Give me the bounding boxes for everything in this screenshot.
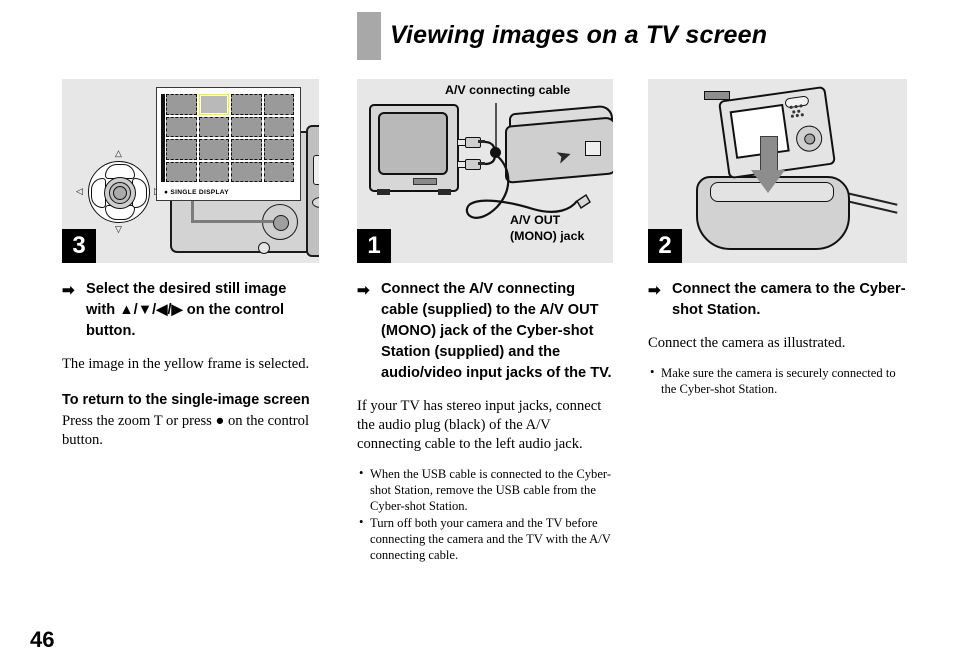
figure-camera-dock: 2 xyxy=(648,79,907,263)
lcd-index-screen: ● SINGLE DISPLAY xyxy=(156,87,301,201)
label-av-out-line1: A/V OUT xyxy=(510,213,561,227)
column-middle: ➤ A/V connecting cable A/V OUT (MONO) ja… xyxy=(357,79,613,564)
camera-speaker-icon xyxy=(789,104,807,118)
arrow-right-icon: ➡ xyxy=(648,282,661,299)
av-cable-junction xyxy=(490,147,501,158)
thumbnail-item xyxy=(166,116,197,137)
thumbnail-item xyxy=(231,161,262,182)
pad-down-arrow-icon: ▽ xyxy=(115,224,122,234)
thumbnail-item xyxy=(263,94,294,115)
instruction-left-text: Select the desired still image with ▲/▼/… xyxy=(86,281,287,339)
instruction-middle-text: Connect the A/V connecting cable (suppli… xyxy=(381,281,612,381)
thumbnail-item xyxy=(263,116,294,137)
rca-plug-audio xyxy=(457,159,485,170)
list-item: • Turn off both your camera and the TV b… xyxy=(357,515,613,563)
lcd-single-display-label: ● SINGLE DISPLAY xyxy=(164,189,229,196)
thumbnail-item xyxy=(198,139,229,160)
arrow-right-icon: ➡ xyxy=(357,282,370,299)
insert-down-arrow-icon xyxy=(751,136,785,194)
body-text-middle: ➡ Connect the A/V connecting cable (supp… xyxy=(357,263,613,563)
pad-up-arrow-icon: △ xyxy=(115,148,122,158)
thumbnail-item xyxy=(263,139,294,160)
list-item: • Make sure the camera is securely conne… xyxy=(648,365,907,397)
thumbnail-item-selected xyxy=(198,94,229,115)
list-item-text: When the USB cable is connected to the C… xyxy=(370,467,612,513)
rca-plug-video xyxy=(457,137,485,148)
av-cable-leader-line xyxy=(495,103,497,151)
instruction-right-text: Connect the camera to the Cyber-shot Sta… xyxy=(672,281,906,318)
bullet-icon: • xyxy=(359,515,364,529)
bullet-icon: • xyxy=(359,466,364,480)
step-badge-2: 2 xyxy=(648,229,682,263)
bullet-list-middle: • When the USB cable is connected to the… xyxy=(357,466,613,563)
column-left: △ ▽ ◁ ▷ xyxy=(62,79,319,450)
thumbnail-item xyxy=(198,161,229,182)
pad-left-arrow-icon: ◁ xyxy=(76,186,83,196)
instruction-middle: ➡ Connect the A/V connecting cable (supp… xyxy=(357,279,613,384)
body-text-left: ➡ Select the desired still image with ▲/… xyxy=(62,263,319,450)
instruction-left: ➡ Select the desired still image with ▲/… xyxy=(62,279,319,342)
step-badge-1: 1 xyxy=(357,229,391,263)
bullet-icon: • xyxy=(650,365,655,379)
thumbnail-item xyxy=(263,161,294,182)
list-item-text: Make sure the camera is securely connect… xyxy=(661,366,896,396)
list-item: • When the USB cable is connected to the… xyxy=(357,466,613,514)
thumbnail-item xyxy=(231,139,262,160)
label-av-out-jack: A/V OUT (MONO) jack xyxy=(510,212,584,244)
title-accent-block xyxy=(357,12,381,60)
figure-camera-index-screen: △ ▽ ◁ ▷ xyxy=(62,79,319,263)
thumbnail-item xyxy=(198,116,229,137)
control-button-diagram xyxy=(88,161,150,223)
lcd-scrollbar xyxy=(161,94,165,182)
thumbnail-item xyxy=(166,139,197,160)
thumbnail-item xyxy=(166,161,197,182)
callout-leader-horizontal xyxy=(193,220,273,223)
camera-display-button-icon xyxy=(258,242,270,254)
page-header: Viewing images on a TV screen xyxy=(357,12,917,60)
label-av-out-line2: (MONO) jack xyxy=(510,229,585,243)
paragraph-left: The image in the yellow frame is selecte… xyxy=(62,356,310,372)
label-av-connecting-cable: A/V connecting cable xyxy=(445,83,571,97)
camera-control-button-icon xyxy=(794,123,824,154)
paragraph-middle: If your TV has stereo input jacks, conne… xyxy=(357,398,602,452)
page-title: Viewing images on a TV screen xyxy=(390,21,768,49)
thumbnail-grid xyxy=(166,94,294,182)
arrow-right-icon: ➡ xyxy=(62,282,75,299)
page-number: 46 xyxy=(30,627,55,652)
list-item-text: Turn off both your camera and the TV bef… xyxy=(370,516,611,562)
bullet-list-right: • Make sure the camera is securely conne… xyxy=(648,365,907,397)
av-out-jack-port xyxy=(585,141,601,156)
thumbnail-item xyxy=(231,94,262,115)
instruction-right: ➡ Connect the camera to the Cyber-shot S… xyxy=(648,279,907,321)
step-badge-3: 3 xyxy=(62,229,96,263)
body-text-right: ➡ Connect the camera to the Cyber-shot S… xyxy=(648,263,907,397)
camera-side-panel-illustration xyxy=(306,125,319,257)
cradle-connector-port xyxy=(704,91,730,100)
subhead-left: To return to the single-image screen xyxy=(62,392,310,408)
column-right: 2 ➡ Connect the camera to the Cyber-shot… xyxy=(648,79,907,398)
paragraph-right: Connect the camera as illustrated. xyxy=(648,335,846,351)
camera-mode-slider-icon xyxy=(313,155,319,185)
subhead-paragraph-left: Press the zoom T or press ● on the contr… xyxy=(62,413,310,448)
thumbnail-item xyxy=(231,116,262,137)
thumbnail-item xyxy=(166,94,197,115)
figure-tv-station-connection: ➤ A/V connecting cable A/V OUT (MONO) ja… xyxy=(357,79,613,263)
